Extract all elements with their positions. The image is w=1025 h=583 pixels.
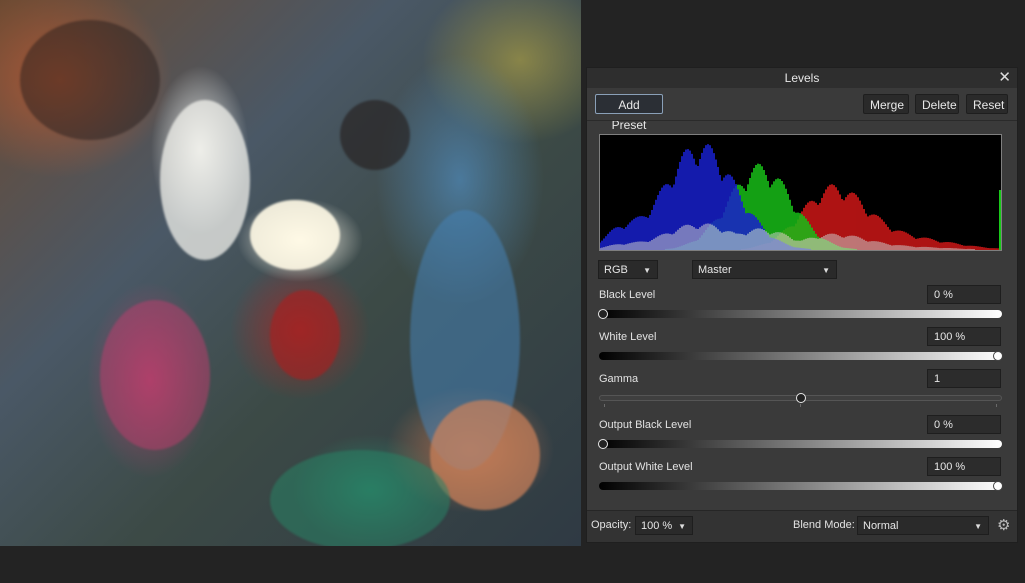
mode-dropdown[interactable]: Master ▼ xyxy=(692,260,837,279)
gamma-tick xyxy=(604,404,605,407)
opacity-label: Opacity: xyxy=(591,519,632,531)
output-white-level-field[interactable]: 100 % xyxy=(927,457,1001,476)
chevron-down-icon: ▼ xyxy=(974,522,982,531)
paint-stroke xyxy=(270,290,340,380)
blend-mode-value: Normal xyxy=(863,520,899,532)
close-icon[interactable]: ✕ xyxy=(998,68,1011,88)
panel-footer: Opacity: 100 % ▼ Blend Mode: Normal ▼ ⚙ xyxy=(587,510,1017,542)
output-white-level-slider[interactable] xyxy=(599,481,1003,491)
gear-icon[interactable]: ⚙ xyxy=(997,516,1010,534)
paint-stroke xyxy=(250,200,340,270)
levels-panel: Levels ✕ Add Preset Merge Delete Reset R… xyxy=(586,67,1018,543)
blend-mode-label: Blend Mode: xyxy=(793,519,855,531)
output-black-level-slider[interactable] xyxy=(598,439,1002,449)
gamma-handle[interactable] xyxy=(796,393,806,403)
white-level-handle[interactable] xyxy=(993,351,1003,361)
paint-stroke xyxy=(160,100,250,260)
channel-dropdown[interactable]: RGB ▼ xyxy=(598,260,658,279)
histogram xyxy=(599,134,1002,251)
panel-title: Levels xyxy=(784,71,820,85)
output-white-level-handle[interactable] xyxy=(993,481,1003,491)
black-level-label: Black Level xyxy=(599,289,656,301)
chevron-down-icon: ▼ xyxy=(822,266,830,275)
output-black-level-handle[interactable] xyxy=(598,439,608,449)
white-level-slider[interactable] xyxy=(599,351,1003,361)
paint-stroke xyxy=(100,300,210,450)
chevron-down-icon: ▼ xyxy=(643,266,651,275)
mode-dropdown-value: Master xyxy=(698,264,732,276)
divider xyxy=(587,120,1017,121)
paint-stroke xyxy=(340,100,410,170)
paint-stroke xyxy=(270,450,450,546)
delete-button[interactable]: Delete xyxy=(915,94,959,114)
black-level-handle[interactable] xyxy=(598,309,608,319)
add-preset-button[interactable]: Add Preset xyxy=(595,94,663,132)
gamma-slider[interactable] xyxy=(599,393,1002,403)
output-black-level-label: Output Black Level xyxy=(599,419,692,431)
canvas-image[interactable] xyxy=(0,0,581,546)
paint-stroke xyxy=(20,20,160,140)
histogram-graph xyxy=(600,144,1001,250)
opacity-dropdown[interactable]: 100 % ▼ xyxy=(635,516,693,535)
reset-button[interactable]: Reset xyxy=(966,94,1008,114)
chevron-down-icon: ▼ xyxy=(678,522,686,531)
white-level-field[interactable]: 100 % xyxy=(927,327,1001,346)
gamma-field[interactable]: 1 xyxy=(927,369,1001,388)
channel-dropdown-value: RGB xyxy=(604,264,628,276)
panel-titlebar[interactable]: Levels ✕ xyxy=(587,68,1017,88)
output-white-level-label: Output White Level xyxy=(599,461,693,473)
black-level-slider[interactable] xyxy=(598,309,1002,319)
output-black-level-field[interactable]: 0 % xyxy=(927,415,1001,434)
gamma-tick xyxy=(800,404,801,407)
gamma-tick xyxy=(996,404,997,407)
black-level-field[interactable]: 0 % xyxy=(927,285,1001,304)
blend-mode-dropdown[interactable]: Normal ▼ xyxy=(857,516,989,535)
gamma-label: Gamma xyxy=(599,373,639,385)
merge-button[interactable]: Merge xyxy=(863,94,909,114)
opacity-value: 100 % xyxy=(641,520,673,532)
white-level-label: White Level xyxy=(599,331,657,343)
